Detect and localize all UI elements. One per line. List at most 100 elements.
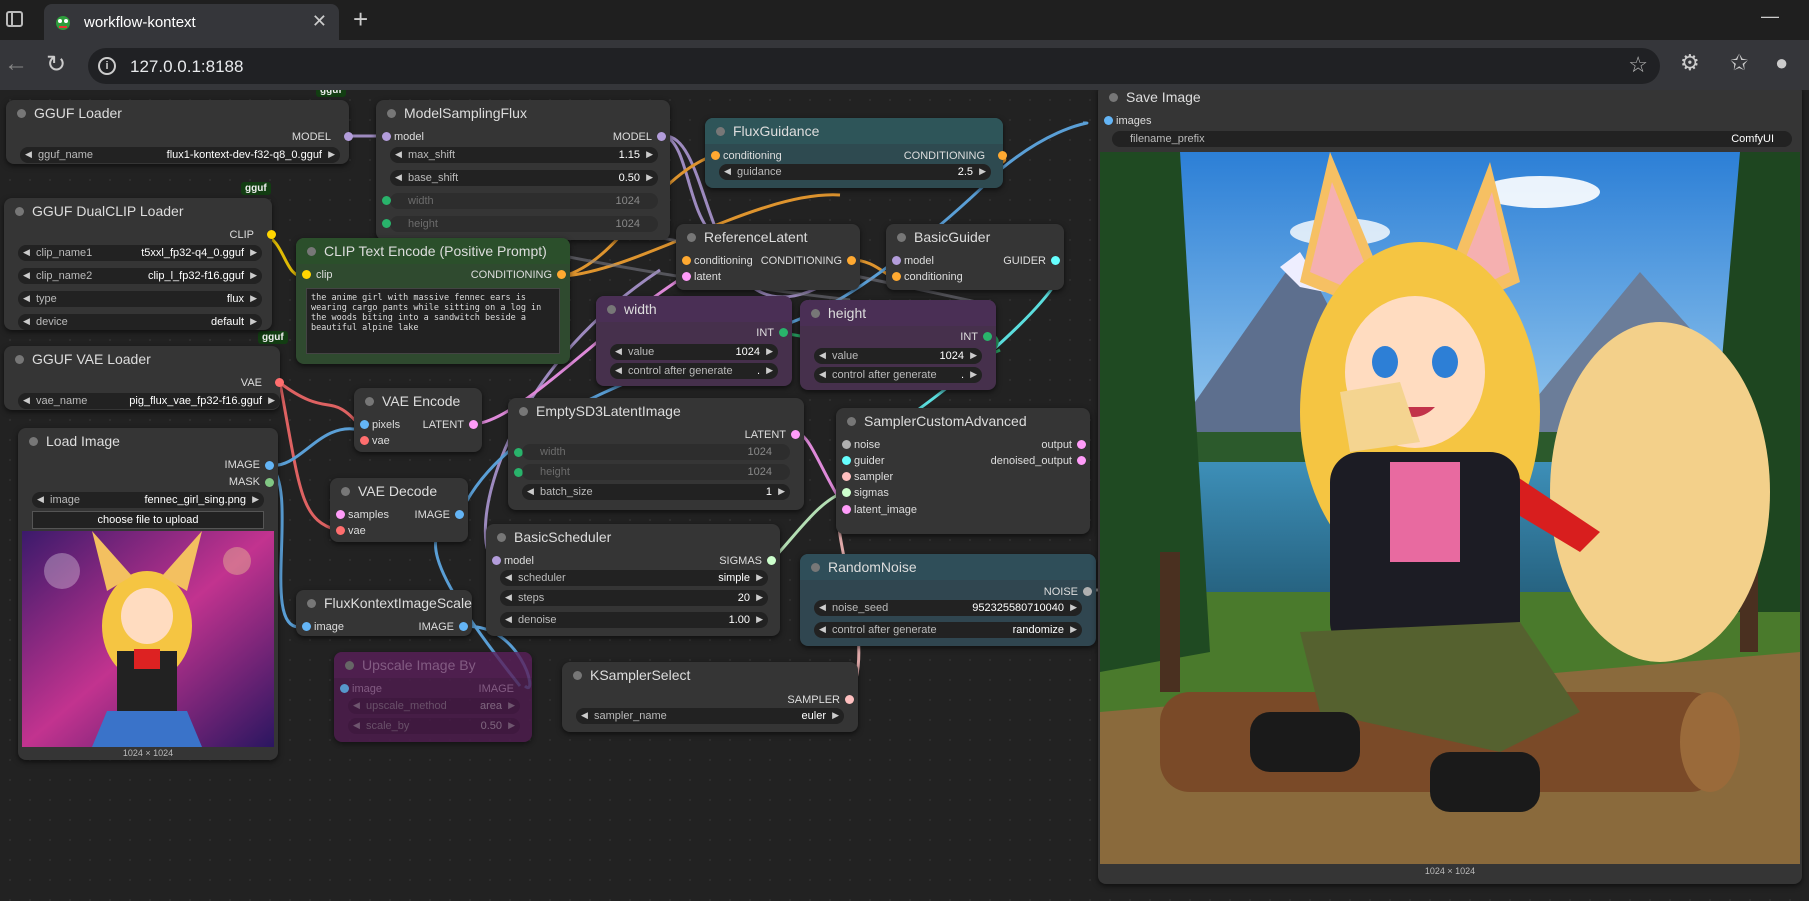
node-title[interactable]: SamplerCustomAdvanced: [836, 408, 1090, 434]
node-graph-canvas[interactable]: gguf gguf gguf GGUF Loader MODEL gguf_na…: [0, 90, 1809, 901]
input-slot[interactable]: [302, 270, 311, 279]
input-slot[interactable]: [842, 488, 851, 497]
input-slot[interactable]: [302, 622, 311, 631]
widget-vae-name[interactable]: vae_namepig_flux_vae_fp32-f16.gguf: [18, 393, 280, 409]
input-slot[interactable]: [1104, 116, 1113, 125]
widget-clip-name1[interactable]: clip_name1t5xxl_fp32-q4_0.gguf: [18, 245, 262, 261]
node-title[interactable]: GGUF DualCLIP Loader: [4, 198, 272, 224]
node-flux-guidance[interactable]: FluxGuidance conditioning CONDITIONING g…: [705, 118, 1007, 188]
node-height[interactable]: height INT value1024 control after gener…: [800, 300, 996, 390]
output-slot[interactable]: [845, 695, 854, 704]
output-slot[interactable]: [657, 132, 666, 141]
node-clip-text-encode[interactable]: CLIP Text Encode (Positive Prompt) clip …: [296, 238, 570, 364]
node-width[interactable]: width INT value1024 control after genera…: [596, 296, 792, 386]
node-title[interactable]: CLIP Text Encode (Positive Prompt): [296, 238, 570, 264]
output-slot[interactable]: [469, 420, 478, 429]
profile-icon[interactable]: ●: [1775, 50, 1788, 76]
minimize-icon[interactable]: —: [1761, 6, 1779, 27]
output-slot[interactable]: [847, 256, 856, 265]
node-title[interactable]: Load Image: [18, 428, 278, 454]
input-slot[interactable]: [360, 436, 369, 445]
widget-upscale-method[interactable]: upscale_methodarea: [348, 698, 520, 714]
prompt-textarea[interactable]: the anime girl with massive fennec ears …: [306, 288, 560, 354]
node-sampler-custom-advanced[interactable]: SamplerCustomAdvanced noise guider sampl…: [836, 408, 1090, 534]
node-dualclip-loader[interactable]: GGUF DualCLIP Loader CLIP clip_name1t5xx…: [4, 198, 276, 330]
node-ksampler-select[interactable]: KSamplerSelect SAMPLER sampler_nameeuler: [562, 662, 858, 732]
widget-filename-prefix[interactable]: filename_prefix ComfyUI: [1112, 131, 1792, 147]
node-basic-guider[interactable]: BasicGuider model conditioning GUIDER: [886, 224, 1064, 290]
input-slot[interactable]: [842, 472, 851, 481]
input-slot[interactable]: [382, 219, 391, 228]
output-slot[interactable]: [455, 510, 464, 519]
node-title[interactable]: RandomNoise: [800, 554, 1096, 580]
node-reference-latent[interactable]: ReferenceLatent conditioning latent COND…: [676, 224, 860, 290]
node-title[interactable]: KSamplerSelect: [562, 662, 858, 688]
bookmark-star-icon[interactable]: ☆: [1628, 52, 1648, 78]
input-slot[interactable]: [892, 256, 901, 265]
widget-sampler-name[interactable]: sampler_nameeuler: [576, 708, 844, 724]
input-slot[interactable]: [382, 196, 391, 205]
node-title[interactable]: VAE Decode: [330, 478, 468, 504]
output-slot[interactable]: [557, 270, 566, 279]
output-slot[interactable]: [1083, 587, 1092, 596]
widget-control-after-generate[interactable]: control after generate.: [610, 363, 778, 379]
output-slot[interactable]: [275, 378, 284, 387]
widget-value[interactable]: value1024: [610, 344, 778, 360]
widget-control-after-generate[interactable]: control after generate.: [814, 367, 982, 383]
node-empty-sd3-latent[interactable]: EmptySD3LatentImage LATENT width 1024 hei…: [508, 398, 804, 510]
widget-guidance[interactable]: guidance2.5: [719, 164, 991, 180]
input-slot[interactable]: [682, 272, 691, 281]
sidebar-toggle-icon[interactable]: [6, 11, 23, 27]
output-slot[interactable]: [998, 151, 1007, 160]
node-vae-decode[interactable]: VAE Decode samples vae IMAGE: [330, 478, 468, 542]
node-title[interactable]: Upscale Image By: [334, 652, 532, 678]
node-save-image[interactable]: Save Image images filename_prefix ComfyUI: [1098, 90, 1802, 884]
input-slot[interactable]: [382, 132, 391, 141]
extensions-icon[interactable]: ⚙: [1680, 50, 1700, 76]
widget-clip-name2[interactable]: clip_name2clip_l_fp32-f16.gguf: [18, 268, 262, 284]
widget-denoise[interactable]: denoise1.00: [500, 612, 768, 628]
output-slot[interactable]: [767, 556, 776, 565]
widget-scheduler[interactable]: schedulersimple: [500, 570, 768, 586]
input-slot[interactable]: [842, 440, 851, 449]
widget-control-after-generate[interactable]: control after generaterandomize: [814, 622, 1082, 638]
close-tab-icon[interactable]: ✕: [312, 11, 327, 32]
node-title[interactable]: FluxGuidance: [705, 118, 1003, 144]
address-bar[interactable]: i 127.0.0.1:8188 ☆: [88, 48, 1660, 84]
output-slot[interactable]: [267, 230, 276, 239]
input-slot[interactable]: [492, 556, 501, 565]
favorites-icon[interactable]: ✩: [1730, 50, 1748, 76]
node-title[interactable]: GGUF Loader: [6, 100, 349, 126]
node-title[interactable]: width: [596, 296, 792, 322]
input-slot[interactable]: [340, 684, 349, 693]
widget-base-shift[interactable]: base_shift0.50: [390, 170, 658, 186]
node-vae-encode[interactable]: VAE Encode pixels vae LATENT: [354, 388, 482, 452]
widget-max-shift[interactable]: max_shift1.15: [390, 147, 658, 163]
back-icon[interactable]: ←: [4, 50, 28, 78]
input-slot[interactable]: [892, 272, 901, 281]
widget-steps[interactable]: steps20: [500, 590, 768, 606]
widget-scale-by[interactable]: scale_by0.50: [348, 718, 520, 734]
output-slot[interactable]: [791, 430, 800, 439]
input-slot[interactable]: [360, 420, 369, 429]
output-slot[interactable]: [459, 622, 468, 631]
widget-batch-size[interactable]: batch_size1: [522, 484, 790, 500]
node-title[interactable]: VAE Encode: [354, 388, 482, 414]
widget-noise-seed[interactable]: noise_seed952325580710040: [814, 600, 1082, 616]
tab-workflow[interactable]: workflow-kontext ✕: [44, 4, 339, 40]
output-slot[interactable]: [779, 328, 788, 337]
widget-value[interactable]: value1024: [814, 348, 982, 364]
widget-gguf-name[interactable]: gguf_name flux1-kontext-dev-f32-q8_0.ggu…: [20, 147, 340, 163]
input-slot[interactable]: [842, 505, 851, 514]
node-title[interactable]: ModelSamplingFlux: [376, 100, 670, 126]
node-title[interactable]: EmptySD3LatentImage: [508, 398, 804, 424]
node-model-sampling-flux[interactable]: ModelSamplingFlux model MODEL max_shift1…: [376, 100, 670, 240]
input-slot[interactable]: [682, 256, 691, 265]
node-title[interactable]: GGUF VAE Loader: [4, 346, 280, 372]
node-gguf-loader[interactable]: GGUF Loader MODEL gguf_name flux1-kontex…: [6, 100, 353, 164]
node-vae-loader[interactable]: GGUF VAE Loader VAE vae_namepig_flux_vae…: [4, 346, 284, 410]
widget-device[interactable]: devicedefault: [18, 314, 262, 330]
node-upscale-image-by[interactable]: Upscale Image By image IMAGE upscale_met…: [334, 652, 532, 742]
node-flux-kontext-image-scale[interactable]: FluxKontextImageScale image IMAGE: [296, 590, 472, 636]
input-slot[interactable]: [842, 456, 851, 465]
